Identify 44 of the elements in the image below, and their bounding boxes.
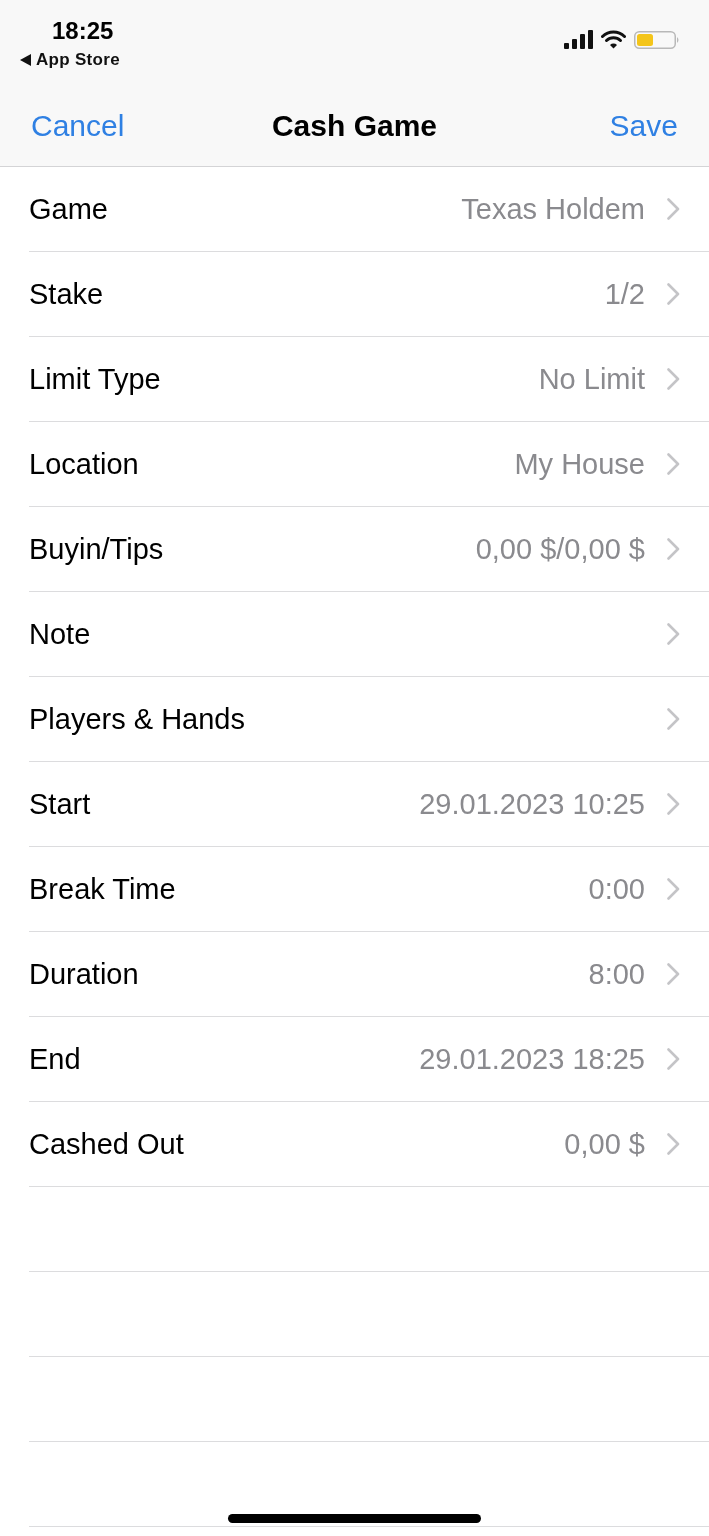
back-triangle-icon <box>20 54 31 66</box>
chevron-icon[interactable] <box>667 198 680 220</box>
row-label: Limit Type <box>29 362 162 397</box>
chevron-icon[interactable] <box>667 1133 680 1155</box>
chevron-icon[interactable] <box>667 793 680 815</box>
chevron-icon[interactable] <box>667 963 680 985</box>
row-label: End <box>29 1042 82 1077</box>
row-label: Location <box>29 447 140 482</box>
row-label: Start <box>29 787 92 822</box>
cancel-button[interactable]: Cancel <box>31 107 125 144</box>
row-value: 29.01.2023 10:25 <box>419 787 645 822</box>
row-value: 0:00 <box>588 872 645 907</box>
row-value: My House <box>514 447 645 482</box>
wifi-icon <box>601 30 626 49</box>
row-label: Players & Hands <box>29 702 246 737</box>
row-value: 8:00 <box>588 957 645 992</box>
screen-title: Cash Game <box>271 107 438 144</box>
home-indicator[interactable] <box>228 1514 481 1523</box>
signal-icon <box>564 30 593 49</box>
row-label: Stake <box>29 277 105 312</box>
row-label: Game <box>29 192 109 227</box>
chevron-icon[interactable] <box>667 623 680 645</box>
back-to-app-link[interactable]: App Store <box>20 50 120 70</box>
row-label: Buyin/Tips <box>29 532 165 567</box>
chevron-icon[interactable] <box>667 878 680 900</box>
row-value: No Limit <box>538 362 645 397</box>
row-label: Duration <box>29 957 140 992</box>
chevron-icon[interactable] <box>667 283 680 305</box>
save-button[interactable]: Save <box>609 107 678 144</box>
row-value: 29.01.2023 18:25 <box>419 1042 645 1077</box>
row-label: Note <box>29 617 92 652</box>
row-value: 1/2 <box>604 277 645 312</box>
battery-icon <box>634 30 680 49</box>
row-label: Break Time <box>29 872 177 907</box>
chevron-icon[interactable] <box>667 538 680 560</box>
chevron-icon[interactable] <box>667 453 680 475</box>
status-time: 18:25 <box>52 16 114 46</box>
row-value: 0,00 $ <box>564 1127 645 1162</box>
row-label: Cashed Out <box>29 1127 185 1162</box>
chevron-icon[interactable] <box>667 368 680 390</box>
chevron-icon[interactable] <box>667 1048 680 1070</box>
chevron-icon[interactable] <box>667 708 680 730</box>
row-value: Texas Holdem <box>461 192 645 227</box>
row-value: 0,00 $/0,00 $ <box>475 532 645 567</box>
